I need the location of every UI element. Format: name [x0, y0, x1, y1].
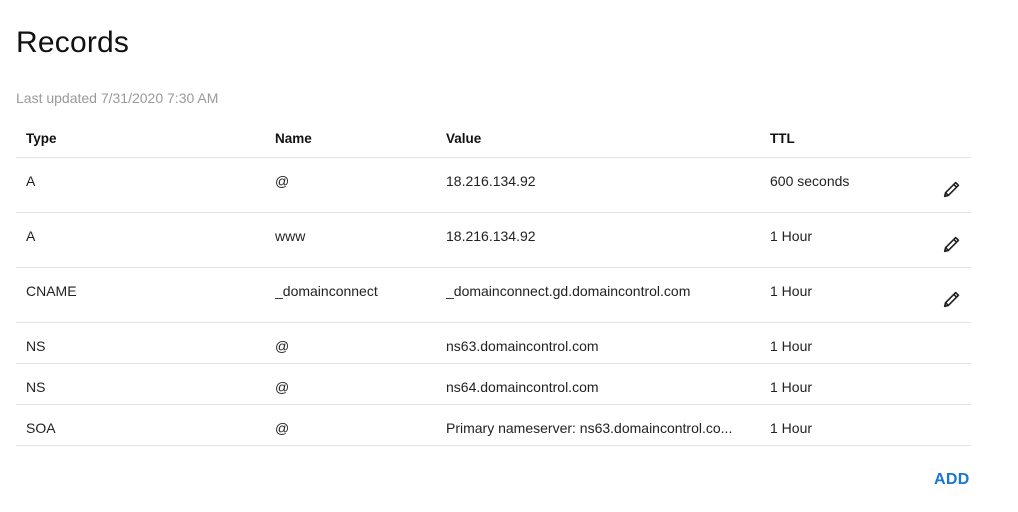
record-value: ns64.domaincontrol.com	[446, 379, 599, 395]
header-value: Value	[446, 131, 482, 146]
record-ttl: 600 seconds	[770, 173, 850, 189]
table-row: A www 18.216.134.92 1 Hour	[16, 213, 971, 268]
edit-record-button[interactable]	[940, 287, 964, 311]
record-name: _domainconnect	[275, 283, 378, 299]
record-type: A	[26, 173, 36, 189]
record-type: A	[26, 228, 36, 244]
record-type: CNAME	[26, 283, 77, 299]
pencil-icon	[943, 181, 960, 198]
record-type: NS	[26, 338, 46, 354]
table-row: NS @ ns63.domaincontrol.com 1 Hour	[16, 323, 971, 364]
record-value: _domainconnect.gd.domaincontrol.com	[446, 283, 691, 299]
table-row: CNAME _domainconnect _domainconnect.gd.d…	[16, 268, 971, 323]
record-ttl: 1 Hour	[770, 379, 813, 395]
edit-record-button[interactable]	[940, 232, 964, 256]
last-updated-text: Last updated 7/31/2020 7:30 AM	[16, 90, 219, 106]
page-title: Records	[16, 26, 130, 59]
record-name: @	[275, 338, 290, 354]
dns-records-table: Type Name Value TTL A @ 18.216.134.92 60…	[16, 118, 971, 446]
table-header: Type Name Value TTL	[16, 118, 971, 158]
record-value: ns63.domaincontrol.com	[446, 338, 599, 354]
record-name: www	[275, 228, 306, 244]
record-ttl: 1 Hour	[770, 338, 813, 354]
record-value: 18.216.134.92	[446, 228, 536, 244]
pencil-icon	[943, 291, 960, 308]
edit-record-button[interactable]	[940, 177, 964, 201]
header-ttl: TTL	[770, 131, 795, 146]
pencil-icon	[943, 236, 960, 253]
record-ttl: 1 Hour	[770, 283, 813, 299]
record-name: @	[275, 379, 290, 395]
header-name: Name	[275, 131, 312, 146]
table-row: NS @ ns64.domaincontrol.com 1 Hour	[16, 364, 971, 405]
table-row: A @ 18.216.134.92 600 seconds	[16, 158, 971, 213]
record-type: SOA	[26, 420, 56, 436]
table-row: SOA @ Primary nameserver: ns63.domaincon…	[16, 405, 971, 446]
record-ttl: 1 Hour	[770, 228, 813, 244]
record-type: NS	[26, 379, 46, 395]
record-value: Primary nameserver: ns63.domaincontrol.c…	[446, 420, 733, 436]
add-record-button[interactable]: ADD	[934, 471, 970, 489]
record-value: 18.216.134.92	[446, 173, 536, 189]
record-name: @	[275, 420, 290, 436]
record-name: @	[275, 173, 290, 189]
header-type: Type	[26, 131, 57, 146]
record-ttl: 1 Hour	[770, 420, 813, 436]
